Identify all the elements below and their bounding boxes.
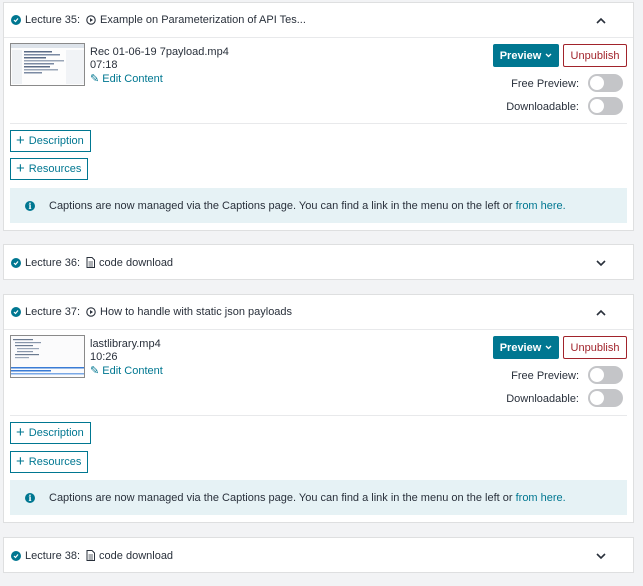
video-thumbnail[interactable] [10, 43, 85, 86]
captions-info-box: i Captions are now managed via the Capti… [10, 188, 627, 223]
chevron-down-icon [545, 345, 552, 350]
preview-button[interactable]: Preview [493, 44, 559, 67]
video-duration: 10:26 [90, 351, 118, 363]
unpublish-button[interactable]: Unpublish [563, 336, 627, 359]
check-circle-icon [11, 257, 21, 268]
pencil-icon: ✎ [90, 73, 100, 85]
lecture-header[interactable]: Lecture 37: How to handle with static js… [4, 295, 633, 330]
captions-info-box: i Captions are now managed via the Capti… [10, 480, 627, 515]
downloadable-toggle[interactable] [588, 389, 623, 407]
captions-link[interactable]: from here. [516, 492, 566, 504]
preview-label: Preview [499, 49, 542, 62]
lecture-number: Lecture 37: [25, 306, 81, 318]
chevron-up-icon[interactable] [596, 308, 606, 316]
check-circle-icon [11, 15, 21, 25]
edit-content-link[interactable]: ✎ Edit Content [90, 364, 163, 377]
lecture-title: Example on Parameterization of API Tes..… [100, 14, 306, 26]
lecture-header[interactable]: Lecture 38: code download [4, 538, 633, 573]
info-icon: i [25, 492, 35, 503]
add-resources-button[interactable]: + Resources [10, 451, 89, 473]
lecture-card-36: Lecture 36: code download [3, 244, 634, 280]
divider [10, 415, 627, 416]
edit-content-label: Edit Content [102, 73, 163, 85]
video-filename: Rec 01-06-19 7payload.mp4 [90, 46, 229, 58]
file-icon [86, 257, 96, 268]
lecture-number: Lecture 35: [25, 14, 81, 26]
captions-text: Captions are now managed via the Caption… [49, 491, 513, 504]
description-label: Description [28, 135, 84, 147]
captions-text: Captions are now managed via the Caption… [49, 199, 513, 212]
add-resources-button[interactable]: + Resources [10, 158, 89, 180]
downloadable-toggle[interactable] [588, 97, 623, 115]
play-circle-icon [86, 15, 96, 25]
lecture-title: code download [99, 549, 174, 562]
free-preview-toggle[interactable] [588, 74, 623, 92]
lecture-number: Lecture 36: [25, 256, 81, 269]
lecture-card-38: Lecture 38: code download [3, 537, 634, 573]
downloadable-label: Downloadable: [506, 393, 579, 405]
lecture-card-35: Lecture 35: Example on Parameterization … [3, 2, 634, 231]
chevron-down-icon[interactable] [596, 551, 606, 560]
video-duration: 07:18 [90, 59, 118, 71]
resources-label: Resources [28, 163, 82, 175]
play-circle-icon [86, 307, 96, 317]
add-description-button[interactable]: + Description [10, 422, 91, 444]
chevron-up-icon[interactable] [596, 16, 606, 24]
downloadable-label: Downloadable: [506, 101, 579, 113]
file-icon [86, 550, 96, 561]
captions-link[interactable]: from here. [516, 200, 566, 212]
free-preview-label: Free Preview: [511, 78, 579, 90]
unpublish-button[interactable]: Unpublish [563, 44, 627, 67]
lecture-number: Lecture 38: [25, 549, 81, 562]
edit-content-label: Edit Content [102, 365, 163, 377]
edit-content-link[interactable]: ✎ Edit Content [90, 72, 163, 85]
add-description-button[interactable]: + Description [10, 130, 91, 152]
divider [10, 123, 627, 124]
free-preview-toggle[interactable] [588, 366, 623, 384]
plus-icon: + [16, 132, 25, 149]
lecture-header[interactable]: Lecture 36: code download [4, 245, 633, 280]
plus-icon: + [16, 424, 25, 441]
video-thumbnail[interactable] [10, 335, 85, 378]
chevron-down-icon[interactable] [596, 258, 606, 267]
lecture-card-37: Lecture 37: How to handle with static js… [3, 294, 634, 523]
info-icon: i [25, 200, 35, 211]
plus-icon: + [16, 160, 25, 177]
preview-button[interactable]: Preview [493, 336, 559, 359]
description-label: Description [28, 427, 84, 439]
free-preview-label: Free Preview: [511, 370, 579, 382]
plus-icon: + [16, 453, 25, 470]
resources-label: Resources [28, 456, 82, 468]
lecture-header[interactable]: Lecture 35: Example on Parameterization … [4, 3, 633, 38]
check-circle-icon [11, 307, 21, 317]
check-circle-icon [11, 550, 21, 561]
pencil-icon: ✎ [90, 365, 100, 377]
lecture-title: code download [99, 256, 174, 269]
chevron-down-icon [545, 53, 552, 58]
lecture-title: How to handle with static json payloads [100, 306, 293, 318]
preview-label: Preview [499, 341, 542, 354]
video-filename: lastlibrary.mp4 [90, 338, 161, 350]
